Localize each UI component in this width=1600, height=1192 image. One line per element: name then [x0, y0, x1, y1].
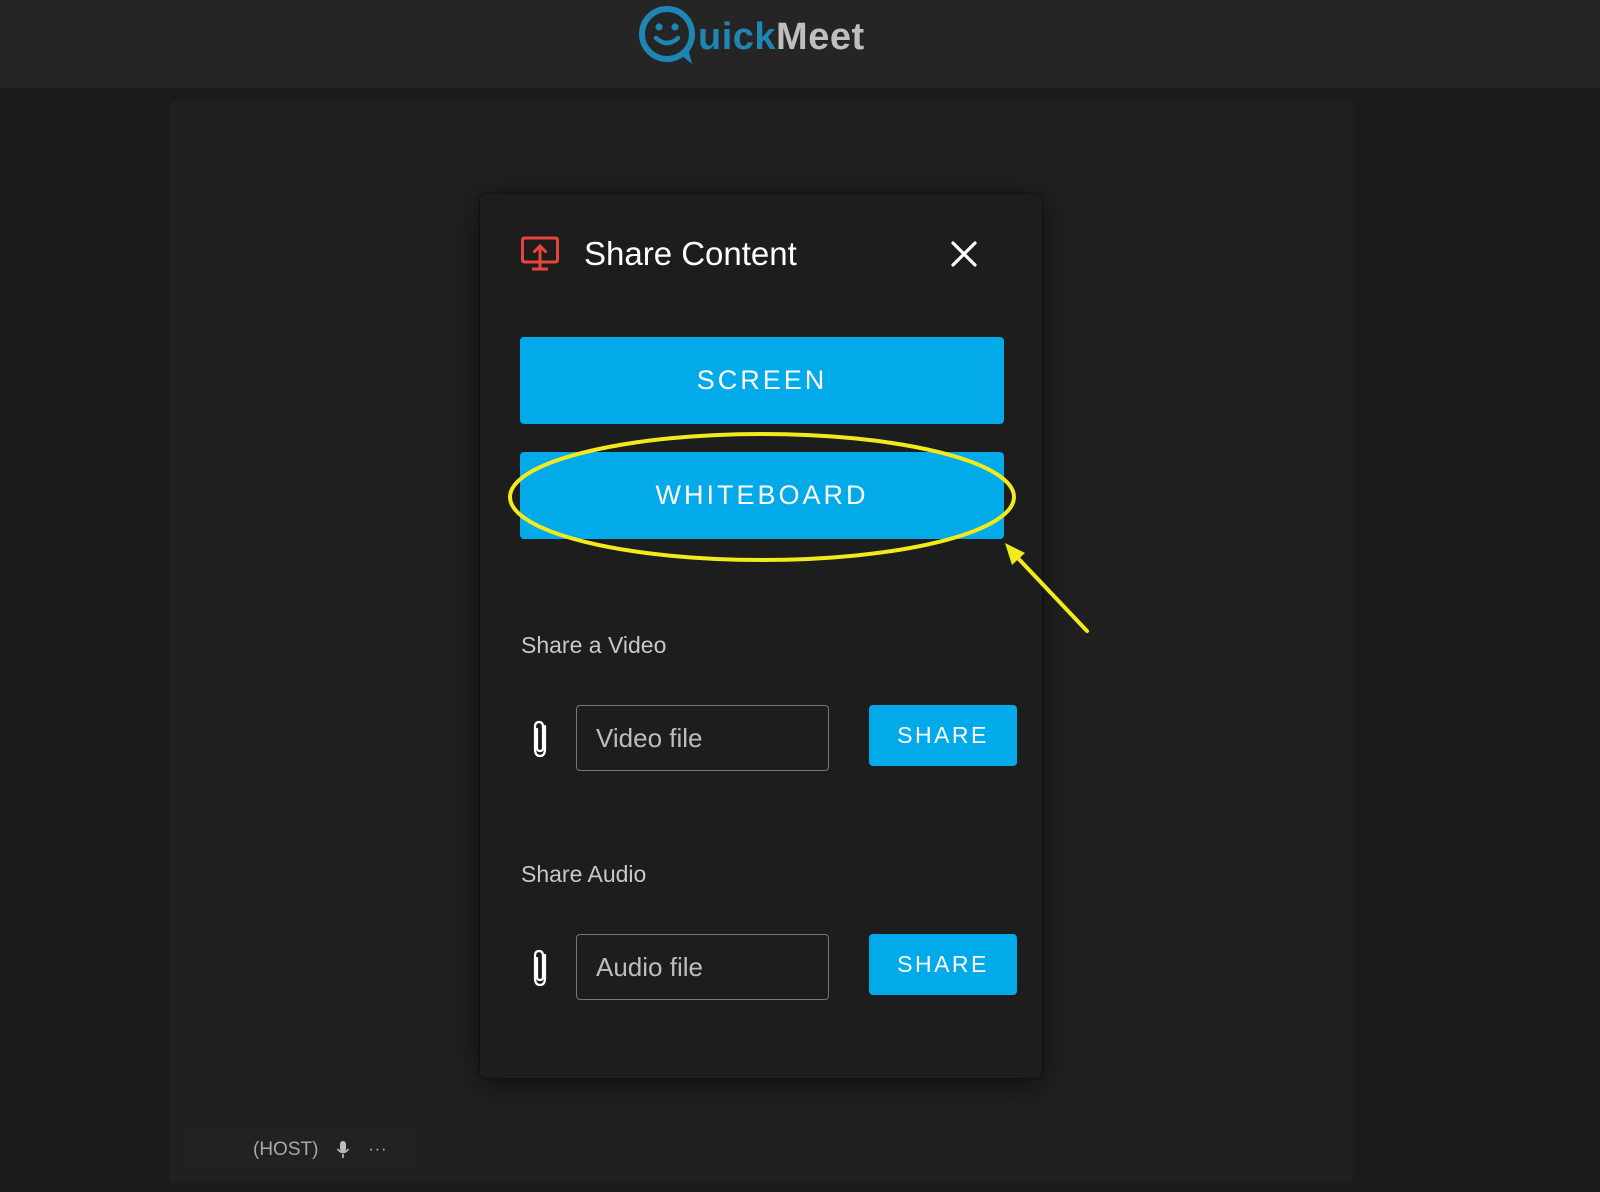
share-content-dialog: Share Content SCREEN WHITEBOARD Share a …: [480, 194, 1042, 1078]
screen-share-icon: [521, 236, 559, 271]
paperclip-icon[interactable]: [528, 947, 552, 989]
paperclip-icon[interactable]: [528, 718, 552, 760]
microphone-icon[interactable]: [336, 1140, 350, 1160]
more-dots-icon[interactable]: ···: [368, 1141, 387, 1159]
host-label: (HOST): [253, 1139, 319, 1160]
share-video-label: Share a Video: [521, 632, 667, 658]
share-screen-button[interactable]: SCREEN: [520, 337, 1004, 424]
share-audio-button[interactable]: SHARE: [869, 934, 1017, 995]
share-audio-label: Share Audio: [521, 861, 647, 887]
quickmeet-logo[interactable]: uickMeet: [636, 0, 865, 70]
audio-file-input[interactable]: [576, 934, 829, 1000]
dialog-title: Share Content: [584, 235, 797, 272]
participant-tile-footer: (HOST) ···: [186, 1130, 416, 1170]
close-icon[interactable]: [946, 236, 982, 272]
smiley-chat-bubble-icon: [639, 6, 695, 64]
top-bar: uickMeet: [0, 0, 1600, 88]
share-video-button[interactable]: SHARE: [869, 705, 1017, 766]
logo-text: uickMeet: [698, 15, 865, 58]
video-file-input[interactable]: [576, 705, 829, 771]
share-whiteboard-button[interactable]: WHITEBOARD: [520, 452, 1004, 539]
